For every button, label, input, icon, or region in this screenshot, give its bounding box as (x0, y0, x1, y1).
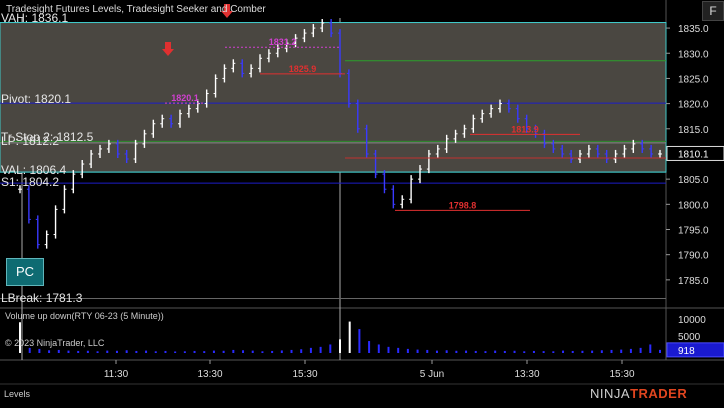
brand-suffix: TRADER (630, 386, 688, 401)
y-tick-label: 1805.0 (678, 175, 709, 186)
chart-svg: 1831.2 1825.9 1820.1 1813.9 1798.8 5000 10000… (0, 0, 724, 403)
level-label-vah: VAH: 1836.1 (1, 11, 69, 25)
annotation-label: 1798.8 (449, 200, 477, 210)
last-price-label: 1810.1 (678, 149, 709, 160)
x-tick-label: 15:30 (292, 369, 317, 380)
level-label-lbreak: LBreak: 1781.3 (1, 291, 83, 305)
volume-y-tick-label: 5000 (678, 332, 701, 343)
x-tick-label: 11:30 (104, 369, 129, 380)
volume-indicator-title: Volume up down(RTY 06-23 (5 Minute)) (5, 311, 164, 321)
brand-logo: NINJATRADER (590, 386, 687, 401)
brand-prefix: NINJA (590, 386, 631, 401)
y-tick-label: 1825.0 (678, 74, 709, 85)
annotation-label: 1813.9 (511, 124, 539, 134)
annotation-label: 1820.1 (171, 93, 199, 103)
f-button[interactable]: F (702, 1, 724, 21)
pc-badge[interactable]: PC (6, 258, 44, 286)
footer-tab-levels[interactable]: Levels (4, 389, 30, 399)
y-tick-label: 1830.0 (678, 49, 709, 60)
level-label-s1: S1: 1804.2 (1, 175, 60, 189)
y-tick-label: 1795.0 (678, 226, 709, 237)
volume-last-box (666, 342, 724, 358)
x-tick-label: 13:30 (197, 369, 222, 380)
level-label-pivot: Pivot: 1820.1 (1, 92, 72, 106)
y-tick-label: 1815.0 (678, 125, 709, 136)
x-tick-label: 5 Jun (420, 369, 444, 380)
copyright-text: © 2023 NinjaTrader, LLC (5, 338, 105, 348)
chart-root: 1831.2 1825.9 1820.1 1813.9 1798.8 5000 10000… (0, 0, 724, 403)
level-label-lp: LP: 1812.2 (1, 134, 60, 148)
x-tick-label: 13:30 (514, 369, 539, 380)
y-tick-label: 1800.0 (678, 200, 709, 211)
annotation-label: 1831.2 (269, 37, 297, 47)
annotation-label: 1825.9 (289, 64, 317, 74)
volume-y-tick-label: 10000 (678, 315, 706, 326)
y-tick-label: 1820.0 (678, 100, 709, 111)
y-tick-label: 1835.0 (678, 24, 709, 35)
y-tick-label: 1785.0 (678, 276, 709, 287)
volume-last-label: 918 (678, 346, 695, 357)
y-tick-label: 1790.0 (678, 251, 709, 262)
x-tick-label: 15:30 (609, 369, 634, 380)
